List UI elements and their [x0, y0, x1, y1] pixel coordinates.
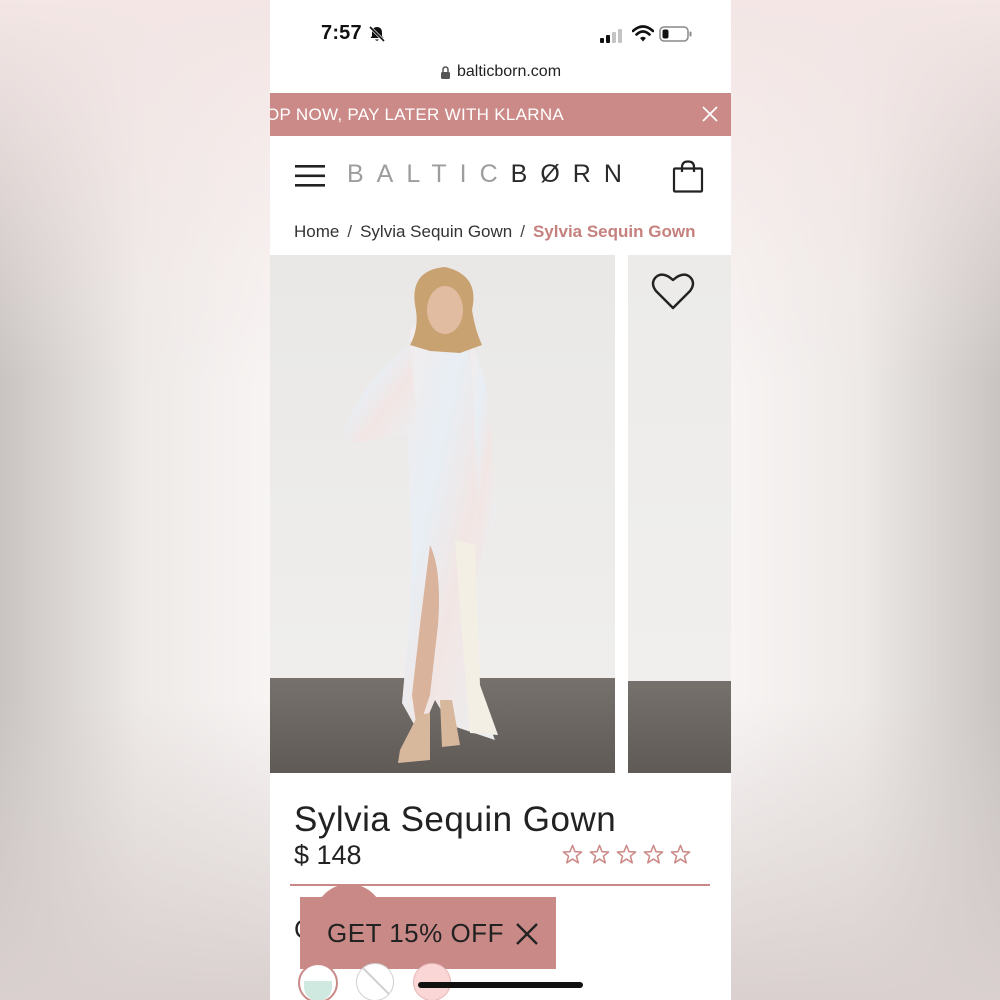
phone-screen: 7:57 balticborn.com OP NOW, PAY LATER WI…: [270, 0, 731, 1000]
star-icon[interactable]: [588, 843, 611, 865]
logo-baltic: BALTIC: [347, 160, 511, 188]
model-figure: [344, 267, 498, 763]
logo-born: BØRN: [510, 160, 635, 188]
breadcrumb-current: Sylvia Sequin Gown: [532, 222, 696, 241]
swatch-fill: [304, 981, 332, 1000]
signal-icon: [600, 29, 622, 43]
close-icon[interactable]: [699, 103, 721, 125]
star-icon[interactable]: [642, 843, 665, 865]
color-swatch-unavailable[interactable]: [356, 963, 394, 1000]
promo-text: OP NOW, PAY LATER WITH KLARNA: [270, 105, 565, 124]
product-price: $ 148: [294, 840, 362, 870]
breadcrumb-separator: /: [520, 222, 525, 241]
color-swatch-mint[interactable]: [298, 963, 338, 1000]
shopping-bag-icon[interactable]: [672, 160, 704, 193]
heart-icon[interactable]: [651, 271, 695, 311]
close-icon[interactable]: [514, 921, 540, 947]
site-logo[interactable]: BALTICBØRN: [347, 160, 635, 189]
wifi-icon: [632, 25, 654, 42]
lock-icon: [440, 65, 450, 79]
star-icon[interactable]: [561, 843, 584, 865]
promo-banner[interactable]: OP NOW, PAY LATER WITH KLARNA: [270, 93, 731, 136]
bell-slash-icon: [368, 25, 386, 43]
product-title: Sylvia Sequin Gown: [294, 800, 617, 839]
hamburger-menu-icon[interactable]: [295, 164, 325, 188]
discount-button[interactable]: GET 15% OFF: [300, 897, 556, 969]
breadcrumb: Home / Sylvia Sequin Gown / Sylvia Sequin Go…: [294, 222, 695, 242]
url-text: balticborn.com: [456, 63, 562, 80]
breadcrumb-category[interactable]: Sylvia Sequin Gown: [360, 222, 512, 241]
product-photo-main[interactable]: [270, 255, 615, 773]
address-bar[interactable]: balticborn.com: [270, 60, 731, 84]
rating-stars[interactable]: [561, 843, 692, 865]
battery-icon: [659, 26, 692, 42]
breadcrumb-home[interactable]: Home: [294, 222, 339, 241]
product-photo-next[interactable]: [628, 255, 731, 773]
photo-floor: [628, 681, 731, 773]
status-time: 7:57: [321, 22, 362, 44]
home-indicator: [418, 982, 583, 988]
breadcrumb-separator: /: [347, 222, 353, 241]
star-icon[interactable]: [669, 843, 692, 865]
swatch-unavailable-slash: [360, 965, 392, 997]
star-icon[interactable]: [615, 843, 638, 865]
discount-label: GET 15% OFF: [327, 918, 504, 948]
